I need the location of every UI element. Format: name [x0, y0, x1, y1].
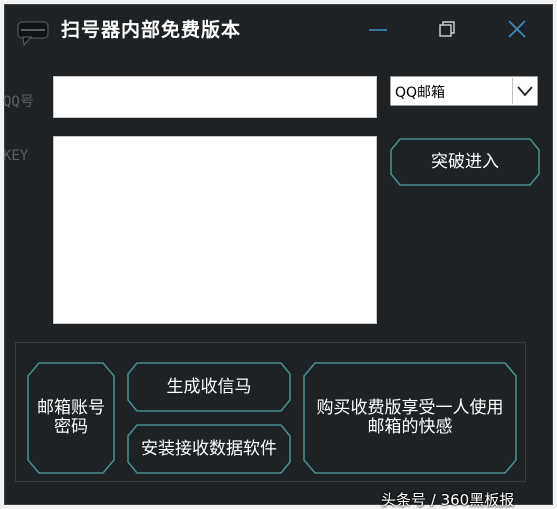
- qq-number-label: QQ号: [3, 94, 34, 110]
- key-label: KEY: [3, 148, 29, 164]
- key-textarea[interactable]: [53, 136, 377, 324]
- title-bar[interactable]: 扫号器内部免费版本: [5, 5, 552, 53]
- minimize-icon[interactable]: [366, 17, 390, 41]
- speech-bubble-icon: [17, 20, 49, 48]
- generate-signal-label: 生成收信马: [166, 376, 252, 397]
- mail-type-select[interactable]: QQ邮箱: [390, 76, 538, 106]
- break-in-button[interactable]: 突破进入: [390, 138, 540, 186]
- mail-type-selected: QQ邮箱: [395, 85, 446, 101]
- chevron-down-icon[interactable]: [512, 78, 536, 104]
- watermark: 头条号 / 360黑板报: [381, 491, 515, 509]
- window-title: 扫号器内部免费版本: [61, 19, 242, 41]
- qq-number-input[interactable]: [53, 76, 377, 118]
- buy-paid-version-label: 购买收费版享受一人使用邮箱的快感: [316, 398, 504, 437]
- install-software-button[interactable]: 安装接收数据软件: [127, 424, 291, 474]
- break-in-label: 突破进入: [431, 151, 499, 172]
- generate-signal-button[interactable]: 生成收信马: [127, 362, 291, 412]
- app-window: 扫号器内部免费版本 QQ号 QQ邮箱 KEY 突破进入 邮箱账号密码 生成收信马…: [3, 4, 553, 509]
- mail-account-password-button[interactable]: 邮箱账号密码: [27, 362, 115, 474]
- restore-icon[interactable]: [435, 17, 459, 41]
- mail-account-password-label: 邮箱账号密码: [37, 398, 105, 437]
- buy-paid-version-button[interactable]: 购买收费版享受一人使用邮箱的快感: [303, 362, 517, 474]
- install-software-label: 安装接收数据软件: [141, 438, 277, 459]
- close-icon[interactable]: [505, 17, 529, 41]
